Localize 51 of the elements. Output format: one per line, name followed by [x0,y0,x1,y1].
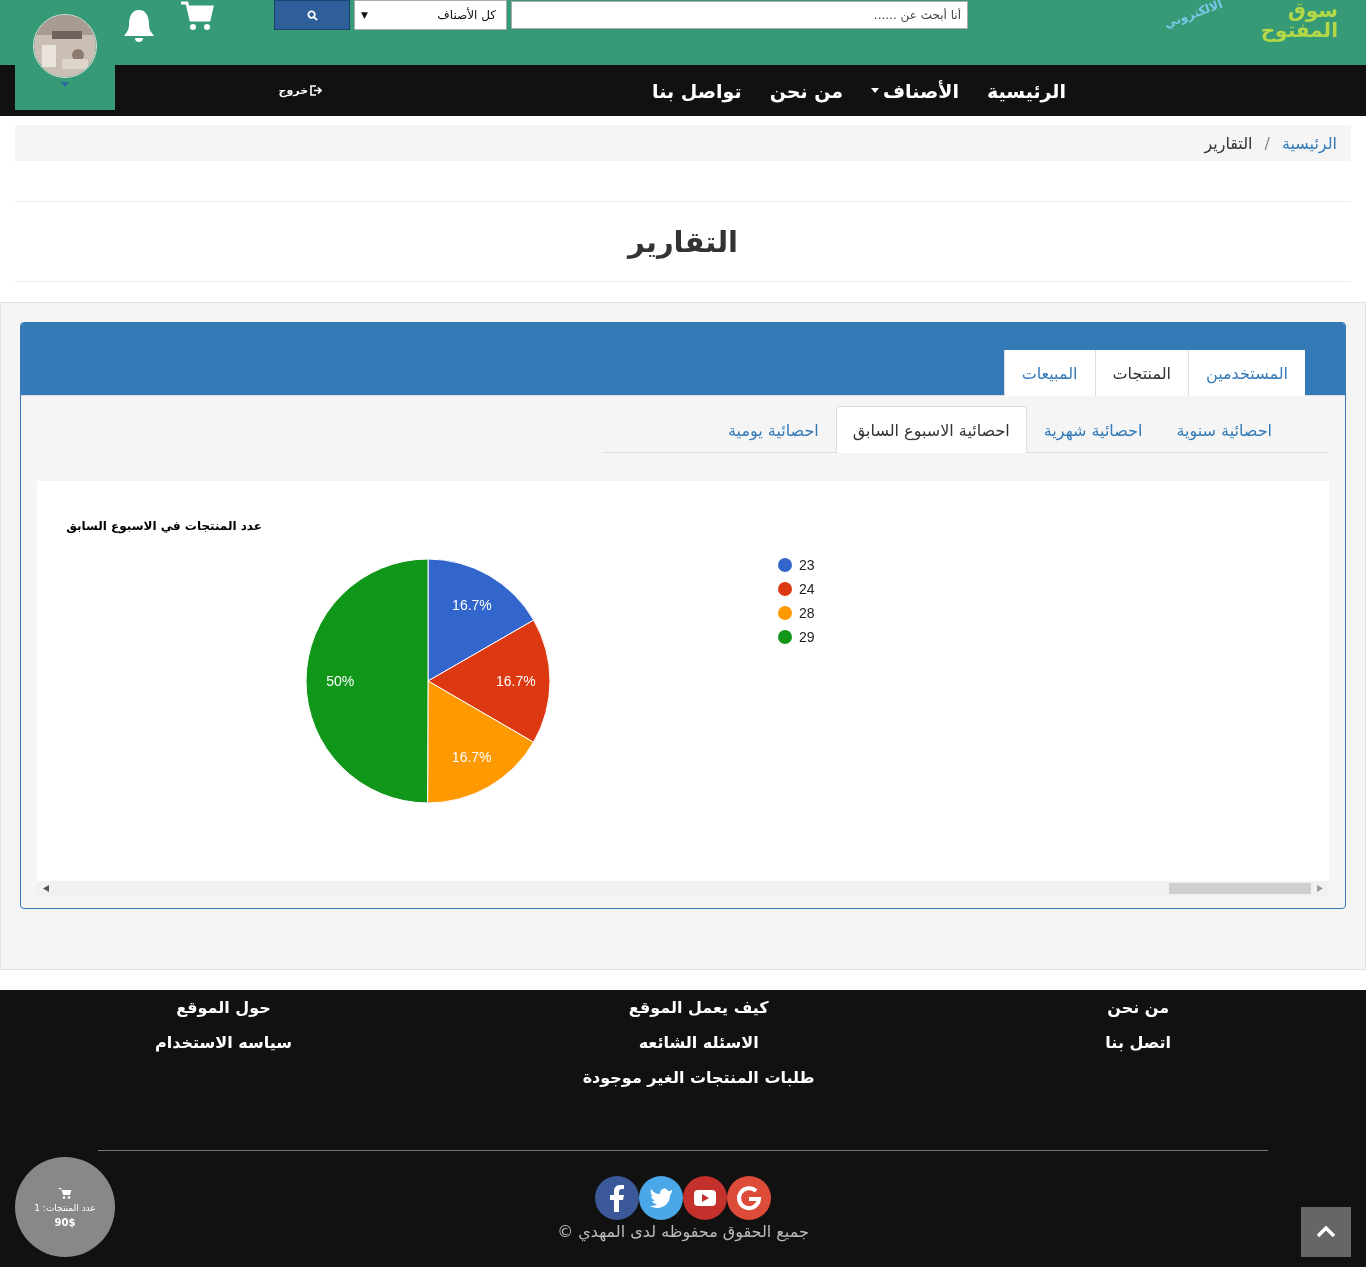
product-count: عدد المنتجات: 1 [34,1202,96,1213]
arrow-right-icon[interactable] [1317,885,1323,892]
page-title: التقارير [627,224,739,259]
scroll-top-button[interactable] [1301,1207,1351,1257]
slice-label: 16.7% [452,596,492,613]
tab[interactable]: المنتجات [1094,350,1188,396]
scrollbar[interactable] [37,881,1329,896]
footer-link[interactable]: اتصل بنا [1105,1033,1171,1052]
tab[interactable]: المستخدمين [1188,350,1305,396]
tab[interactable]: احصائية يومية [711,406,836,453]
slice-label: 16.7% [451,749,492,766]
slice-label: 16.7% [496,673,536,690]
tab[interactable]: احصائية الاسبوع السابق [835,406,1027,453]
copyright-text: جميع الحقوق محفوظه لدى المهدي © [557,1222,809,1241]
tab[interactable]: المبيعات [1003,350,1095,396]
tab[interactable]: احصائية سنوية [1159,406,1289,453]
legend-label: 28 [799,605,815,621]
play-icon[interactable] [683,1176,727,1220]
chevron-up-icon [1316,1226,1336,1238]
bell-icon[interactable] [122,8,156,44]
social-icon[interactable] [727,1176,771,1220]
footer-link[interactable]: الاسئله الشائعه [638,1033,759,1052]
nav-link[interactable]: الرئيسية [987,79,1066,102]
footer-link[interactable]: طلبات المنتجات الغير موجودة [582,1068,815,1087]
nav-link[interactable]: تواصل بنا [652,79,742,102]
arrow-left-icon[interactable] [43,885,49,892]
breadcrumb-separator: / [1264,133,1270,153]
bird-icon[interactable] [639,1176,683,1220]
cart-total: 90$ [54,1216,76,1228]
nav-link[interactable]: الأصناف [871,79,960,102]
cart-icon [58,1186,72,1199]
footer-link[interactable]: كيف يعمل الموقع [628,998,769,1017]
search-icon [306,9,318,21]
logout-link[interactable]: خروج [278,84,323,97]
category-select[interactable]: كل الأصناف ▼ [354,0,507,30]
legend-label: 24 [799,581,815,597]
search-button[interactable] [274,0,350,30]
cart-icon[interactable] [180,0,214,32]
chart-title: عدد المنتجات في الاسبوع السابق [66,519,262,533]
breadcrumb-link[interactable]: الرئيسية [1281,133,1337,153]
tab[interactable]: احصائية شهرية [1026,406,1160,453]
legend-label: 23 [799,557,815,573]
breadcrumb-link[interactable]: التقارير [1204,133,1253,153]
footer-link[interactable]: سياسه الاستخدام [155,1033,292,1052]
nav-link[interactable]: من نحن [769,79,844,102]
footer-link[interactable]: حول الموقع [176,998,271,1017]
logout-icon [310,85,323,96]
legend-label: 29 [799,629,815,645]
social-icon[interactable] [595,1176,639,1220]
footer-link[interactable]: من نحن [1107,998,1170,1017]
slice-label: 50% [326,672,355,689]
